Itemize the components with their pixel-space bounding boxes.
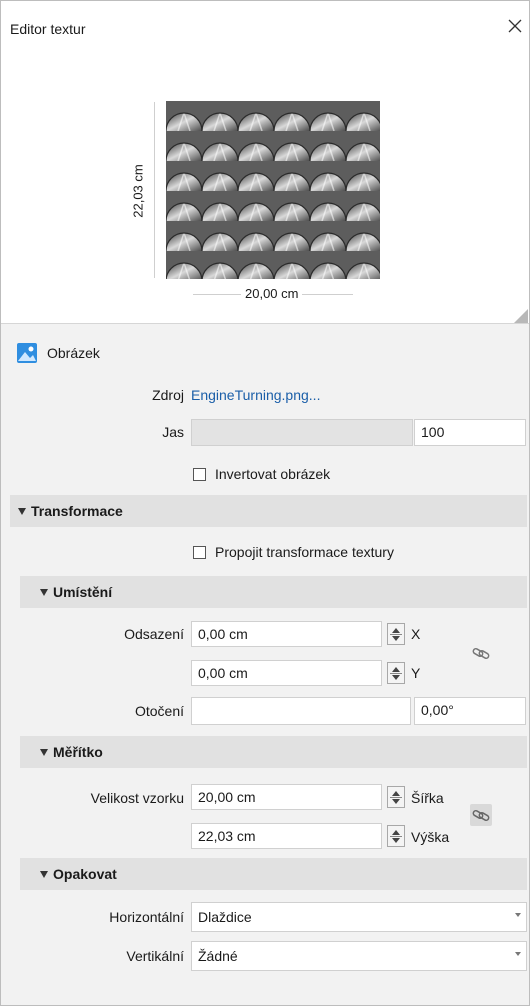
repeat-header-label: Opakovat <box>53 866 117 882</box>
chevron-down-icon <box>515 952 521 956</box>
link-transform-label: Propojit transformace textury <box>215 544 394 560</box>
resize-grip-icon[interactable] <box>514 309 528 323</box>
placement-section-header[interactable]: Umístění <box>20 576 527 608</box>
collapse-triangle-icon <box>40 749 48 756</box>
source-link[interactable]: EngineTurning.png... <box>191 387 320 403</box>
invert-checkbox[interactable] <box>193 468 206 481</box>
offset-x-axis-label: X <box>411 626 421 642</box>
image-icon <box>17 343 37 363</box>
repeat-section-header[interactable]: Opakovat <box>20 858 527 890</box>
collapse-triangle-icon <box>40 871 48 878</box>
height-dimension-label: 22,03 cm <box>130 164 146 218</box>
source-label: Zdroj <box>152 387 184 403</box>
link-offset-chain-icon[interactable] <box>470 642 492 664</box>
pattern-width-input[interactable]: 20,00 cm <box>191 784 382 810</box>
placement-header-label: Umístění <box>53 584 113 600</box>
close-icon[interactable] <box>504 15 526 37</box>
vertical-repeat-select[interactable]: Žádné <box>191 941 527 971</box>
rotation-slider[interactable] <box>191 697 411 725</box>
transform-section-header[interactable]: Transformace <box>10 495 527 527</box>
offset-y-axis-label: Y <box>411 665 421 681</box>
horizontal-repeat-select[interactable]: Dlaždice <box>191 902 527 932</box>
collapse-triangle-icon <box>18 508 26 515</box>
horizontal-repeat-value: Dlaždice <box>198 909 252 925</box>
offset-y-spinner[interactable] <box>387 662 405 684</box>
height-dimension-line <box>154 102 155 278</box>
vertical-repeat-label: Vertikální <box>126 948 184 964</box>
vertical-repeat-value: Žádné <box>198 948 238 964</box>
rotation-input[interactable]: 0,00° <box>414 697 526 725</box>
texture-image <box>166 101 380 279</box>
pattern-height-input[interactable]: 22,03 cm <box>191 823 382 849</box>
chevron-down-icon <box>515 913 521 917</box>
pattern-width-label: Šířka <box>411 790 444 806</box>
image-section-header: Obrázek <box>47 345 100 361</box>
offset-label: Odsazení <box>124 626 184 642</box>
window-title: Editor textur <box>10 21 86 37</box>
scale-header-label: Měřítko <box>53 744 103 760</box>
brightness-label: Jas <box>162 424 184 440</box>
offset-y-input[interactable]: 0,00 cm <box>191 660 382 686</box>
pattern-height-label: Výška <box>411 829 450 845</box>
texture-preview-area: Editor textur 22,03 cm 20,00 cm <box>1 1 529 324</box>
brightness-input[interactable]: 100 <box>414 419 526 446</box>
link-scale-chain-icon[interactable] <box>470 804 492 826</box>
brightness-slider[interactable] <box>191 419 413 446</box>
link-transform-checkbox[interactable] <box>193 546 206 559</box>
transform-header-label: Transformace <box>31 503 123 519</box>
offset-x-spinner[interactable] <box>387 623 405 645</box>
invert-label: Invertovat obrázek <box>215 466 331 482</box>
collapse-triangle-icon <box>40 589 48 596</box>
offset-x-input[interactable]: 0,00 cm <box>191 621 382 647</box>
width-dimension-label: 20,00 cm <box>241 286 303 301</box>
scale-section-header[interactable]: Měřítko <box>20 736 527 768</box>
pattern-width-spinner[interactable] <box>387 786 405 808</box>
horizontal-repeat-label: Horizontální <box>109 909 184 925</box>
rotation-label: Otočení <box>134 703 184 719</box>
pattern-size-label: Velikost vzorku <box>90 790 184 806</box>
pattern-height-spinner[interactable] <box>387 825 405 847</box>
